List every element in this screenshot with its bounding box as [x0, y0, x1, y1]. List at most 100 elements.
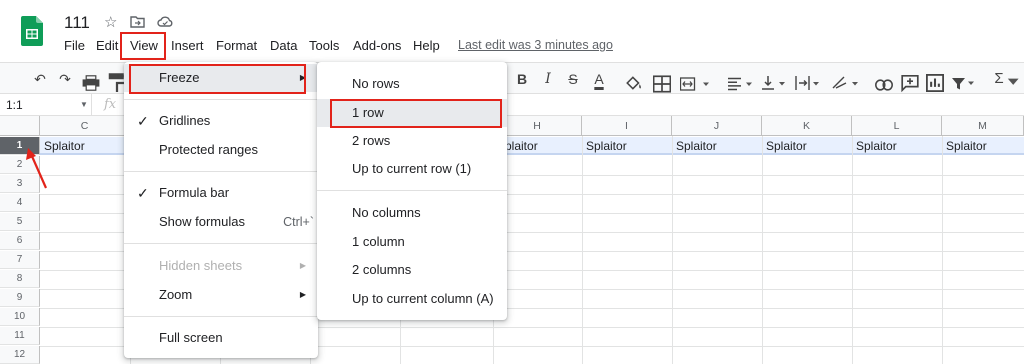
cloud-status-icon[interactable]: [157, 16, 173, 27]
row-header-9[interactable]: 9: [0, 289, 40, 307]
column-header-j[interactable]: J: [672, 116, 762, 136]
name-box-value: 1:1: [6, 98, 23, 112]
menu-item-freeze[interactable]: Freeze ▶: [124, 64, 318, 92]
freeze-up-to-current-row[interactable]: Up to current row (1): [317, 155, 507, 183]
show-formulas-label: Show formulas: [159, 214, 245, 229]
insert-chart-icon[interactable]: [926, 72, 944, 94]
row-header-7[interactable]: 7: [0, 251, 40, 269]
last-edit-link[interactable]: Last edit was 3 minutes ago: [458, 38, 613, 52]
fill-color-icon[interactable]: [625, 72, 643, 94]
menu-edit[interactable]: Edit: [96, 38, 118, 53]
freeze-1-column[interactable]: 1 column: [317, 228, 507, 256]
up-to-column-label: Up to current column (A): [352, 291, 494, 306]
column-header-l[interactable]: L: [852, 116, 942, 136]
column-header-i[interactable]: I: [582, 116, 672, 136]
freeze-up-to-current-column[interactable]: Up to current column (A): [317, 285, 507, 313]
up-to-row-label: Up to current row (1): [352, 161, 472, 176]
menu-addons[interactable]: Add-ons: [353, 38, 401, 53]
name-box-dropdown-icon[interactable]: ▼: [80, 94, 88, 116]
borders-icon[interactable]: [653, 73, 671, 95]
submenu-arrow-icon: ▶: [299, 73, 306, 82]
row-header-8[interactable]: 8: [0, 270, 40, 288]
menu-item-full-screen[interactable]: Full screen: [124, 324, 318, 352]
hidden-sheets-label: Hidden sheets: [159, 258, 243, 273]
column-header-k[interactable]: K: [762, 116, 852, 136]
column-header-m[interactable]: M: [942, 116, 1024, 136]
submenu-arrow-icon: ▶: [299, 261, 306, 270]
undo-icon[interactable]: ↶: [31, 68, 49, 90]
no-rows-label: No rows: [352, 76, 400, 91]
cell-j1[interactable]: Splaitor: [672, 137, 717, 155]
star-icon[interactable]: ☆: [104, 13, 117, 31]
formula-bar-label: Formula bar: [159, 185, 230, 200]
protected-ranges-label: Protected ranges: [159, 142, 259, 157]
gridline: [762, 136, 763, 364]
cell-m1[interactable]: Splaitor: [942, 137, 987, 155]
two-rows-label: 2 rows: [352, 133, 391, 148]
row-header-12[interactable]: 12: [0, 346, 40, 364]
menu-insert[interactable]: Insert: [171, 38, 204, 53]
freeze-2-rows[interactable]: 2 rows: [317, 127, 507, 155]
sheets-logo-icon[interactable]: [21, 16, 43, 46]
column-header-c[interactable]: C: [40, 116, 130, 136]
text-color-button[interactable]: A: [590, 68, 608, 90]
freeze-2-columns[interactable]: 2 columns: [317, 256, 507, 284]
menu-item-show-formulas[interactable]: Show formulas Ctrl+`: [124, 208, 318, 236]
one-column-label: 1 column: [352, 234, 405, 249]
menu-item-formula-bar[interactable]: ✓ Formula bar: [124, 179, 318, 207]
gridline: [852, 136, 853, 364]
vertical-align-icon[interactable]: [762, 72, 788, 94]
freeze-no-columns[interactable]: No columns: [317, 199, 507, 227]
print-icon[interactable]: [82, 72, 100, 94]
zoom-label: Zoom: [159, 287, 193, 302]
row-header-4[interactable]: 4: [0, 194, 40, 212]
row-header-11[interactable]: 11: [0, 327, 40, 345]
functions-dropdown-icon[interactable]: [1006, 73, 1024, 95]
move-to-folder-icon[interactable]: [130, 15, 145, 28]
menu-separator: [124, 316, 318, 317]
menu-item-gridlines[interactable]: ✓ Gridlines: [124, 107, 318, 135]
cell-k1[interactable]: Splaitor: [762, 137, 807, 155]
cell-i1[interactable]: Splaitor: [582, 137, 627, 155]
freeze-submenu: No rows 1 row 2 rows Up to current row (…: [317, 62, 507, 320]
menu-item-zoom[interactable]: Zoom ▶: [124, 281, 318, 309]
document-title[interactable]: 111: [64, 13, 90, 33]
horizontal-align-icon[interactable]: [728, 73, 754, 95]
insert-link-icon[interactable]: [875, 74, 893, 96]
menu-format[interactable]: Format: [216, 38, 257, 53]
row-header-5[interactable]: 5: [0, 213, 40, 231]
gridline: [942, 136, 943, 364]
menu-item-protected-ranges[interactable]: Protected ranges: [124, 136, 318, 164]
menu-separator: [124, 171, 318, 172]
menu-view[interactable]: View: [130, 38, 158, 53]
fx-icon: fx: [104, 97, 117, 112]
two-columns-label: 2 columns: [352, 262, 412, 277]
freeze-1-row[interactable]: 1 row: [317, 99, 507, 127]
row-header-6[interactable]: 6: [0, 232, 40, 250]
menu-file[interactable]: File: [64, 38, 85, 53]
merge-cells-icon[interactable]: [680, 73, 710, 95]
checkmark-icon: ✓: [137, 113, 149, 129]
menu-separator: [317, 190, 507, 191]
menu-tools[interactable]: Tools: [309, 38, 339, 53]
text-wrapping-icon[interactable]: [795, 72, 823, 94]
menu-help[interactable]: Help: [413, 38, 440, 53]
freeze-no-rows[interactable]: No rows: [317, 70, 507, 98]
menu-data[interactable]: Data: [270, 38, 297, 53]
row-header-10[interactable]: 10: [0, 308, 40, 326]
bold-button[interactable]: B: [513, 68, 531, 90]
select-all-corner[interactable]: [0, 116, 40, 136]
view-menu: Freeze ▶ ✓ Gridlines Protected ranges ✓ …: [124, 62, 318, 358]
name-box[interactable]: 1:1: [0, 94, 92, 116]
one-row-label: 1 row: [352, 105, 384, 120]
cell-l1[interactable]: Splaitor: [852, 137, 897, 155]
italic-button[interactable]: I: [539, 68, 557, 90]
title-bar: 111 ☆ File Edit View Insert Format Data …: [0, 0, 1024, 62]
text-rotation-icon[interactable]: [832, 72, 862, 94]
insert-comment-icon[interactable]: [901, 72, 919, 94]
annotation-arrow-icon: [26, 148, 48, 189]
redo-icon[interactable]: ↷: [56, 68, 74, 90]
freeze-label: Freeze: [159, 70, 200, 85]
filter-icon[interactable]: [952, 73, 976, 95]
strikethrough-button[interactable]: S: [564, 68, 582, 90]
